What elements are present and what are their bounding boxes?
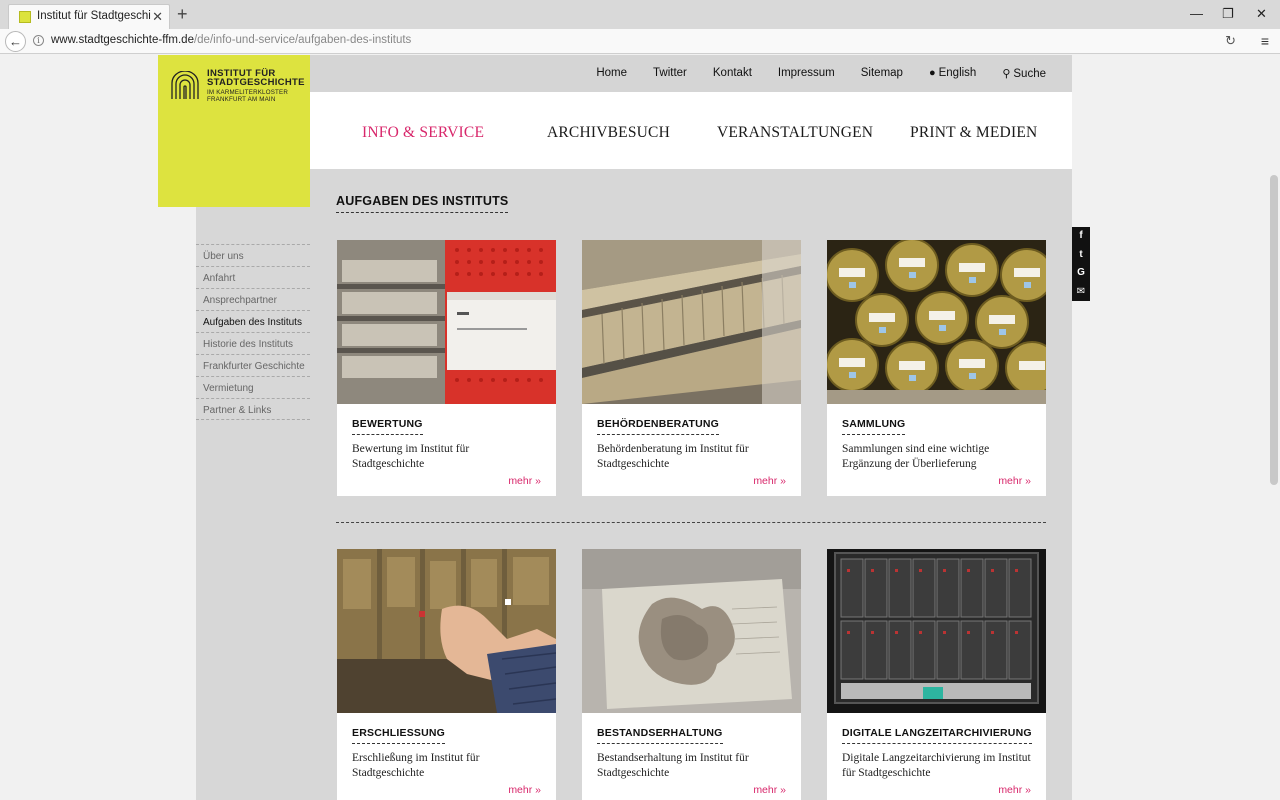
nav-search-link[interactable]: ⚲ Suche <box>1002 67 1046 80</box>
card-image <box>827 240 1046 404</box>
sub-nav-item[interactable]: Anfahrt <box>196 266 310 288</box>
card-description: Bestandserhaltung im Institut für Stadtg… <box>597 752 749 779</box>
sub-nav-item[interactable]: Partner & Links <box>196 398 310 420</box>
main-nav-archivbesuch[interactable]: ARCHIVBESUCH <box>547 124 670 142</box>
browser-tab[interactable]: Institut für Stadtgeschicht… ✕ <box>8 4 170 29</box>
sub-nav-item[interactable]: Frankfurter Geschichte <box>196 354 310 376</box>
main-nav-veranstaltungen[interactable]: VERANSTALTUNGEN <box>717 124 873 142</box>
logo-arches-icon <box>171 71 199 99</box>
card-description: Digitale Langzeitarchivierung im Institu… <box>842 752 1031 779</box>
site-info-icon[interactable]: i <box>33 35 44 46</box>
card-description: Sammlungen sind eine wichtige Ergänzung … <box>842 443 990 470</box>
card-bewertung[interactable]: BEWERTUNG Bewertung im Institut für Stad… <box>337 240 556 496</box>
search-icon: ⚲ <box>1002 68 1011 80</box>
favicon-icon <box>19 11 31 23</box>
mail-icon[interactable]: ✉ <box>1072 283 1090 302</box>
card-title: DIGITALE LANGZEITARCHIVIERUNG <box>842 727 1032 744</box>
url-path: /de/info-und-service/aufgaben-des-instit… <box>193 34 412 46</box>
browser-tabstrip: Institut für Stadtgeschicht… ✕ + — ❐ ✕ <box>0 0 1280 29</box>
nav-twitter-link[interactable]: Twitter <box>653 67 687 80</box>
page-scrollbar[interactable] <box>1268 55 1280 800</box>
card-title: ERSCHLIESSUNG <box>352 727 446 744</box>
card-erschliessung[interactable]: ERSCHLIESSUNG Erschließung im Institut f… <box>337 549 556 800</box>
more-link[interactable]: mehr » <box>998 475 1031 487</box>
logo-subtext: IM KARMELITERKLOSTER FRANKFURT AM MAIN <box>207 89 288 103</box>
main-nav-info-service[interactable]: INFO & SERVICE <box>362 124 484 142</box>
address-bar: ← i www.stadtgeschichte-ffm.de/de/info-u… <box>0 29 1280 54</box>
logo-line-4: FRANKFURT AM MAIN <box>207 96 276 103</box>
scrollbar-thumb[interactable] <box>1270 175 1278 485</box>
back-arrow-icon[interactable]: ← <box>5 31 26 52</box>
main-nav-print-medien[interactable]: PRINT & MEDIEN <box>910 124 1037 142</box>
google-icon[interactable]: G <box>1072 264 1090 283</box>
site-logo[interactable]: INSTITUT FÜR STADTGESCHICHTE IM KARMELIT… <box>158 55 310 207</box>
nav-english-link[interactable]: ● English <box>929 67 976 80</box>
nav-sitemap-link[interactable]: Sitemap <box>861 67 903 80</box>
sub-nav-item[interactable]: Über uns <box>196 244 310 266</box>
more-link[interactable]: mehr » <box>508 784 541 796</box>
url-host: www.stadtgeschichte-ffm.de <box>51 34 194 46</box>
more-link[interactable]: mehr » <box>753 475 786 487</box>
sub-nav-item[interactable]: Ansprechpartner <box>196 288 310 310</box>
window-maximize-button[interactable]: ❐ <box>1222 6 1234 22</box>
card-title: SAMMLUNG <box>842 418 906 435</box>
sub-nav-item[interactable]: Vermietung <box>196 376 310 398</box>
english-label: English <box>938 67 977 79</box>
logo-line-3: IM KARMELITERKLOSTER <box>207 89 289 96</box>
card-bestandserhaltung[interactable]: BESTANDSERHALTUNG Bestandserhaltung im I… <box>582 549 801 800</box>
card-image <box>337 549 556 713</box>
facebook-icon[interactable]: f <box>1072 227 1090 246</box>
card-image <box>827 549 1046 713</box>
social-sidebar: f t G ✉ <box>1072 227 1090 301</box>
card-description: Bewertung im Institut für Stadtgeschicht… <box>352 443 470 470</box>
new-tab-button[interactable]: + <box>177 4 188 24</box>
more-link[interactable]: mehr » <box>508 475 541 487</box>
logo-text: INSTITUT FÜR STADTGESCHICHTE <box>207 69 305 88</box>
url-field[interactable]: www.stadtgeschichte-ffm.de/de/info-und-s… <box>51 34 411 46</box>
card-behoerdenberatung[interactable]: BEHÖRDENBERATUNG Behördenberatung im Ins… <box>582 240 801 496</box>
card-title: BEWERTUNG <box>352 418 423 435</box>
card-digitale-langzeitarchivierung[interactable]: DIGITALE LANGZEITARCHIVIERUNG Digitale L… <box>827 549 1046 800</box>
nav-home-link[interactable]: Home <box>596 67 627 80</box>
page-title: AUFGABEN DES INSTITUTS <box>336 194 509 213</box>
nav-imprint-link[interactable]: Impressum <box>778 67 835 80</box>
card-title: BEHÖRDENBERATUNG <box>597 418 720 435</box>
card-image <box>337 240 556 404</box>
card-image <box>582 240 801 404</box>
sub-nav-item[interactable]: Historie des Instituts <box>196 332 310 354</box>
card-title: BESTANDSERHALTUNG <box>597 727 723 744</box>
tab-close-icon[interactable]: ✕ <box>152 9 163 25</box>
card-description: Behördenberatung im Institut für Stadtge… <box>597 443 749 470</box>
nav-contact-link[interactable]: Kontakt <box>713 67 752 80</box>
top-bar: Home Twitter Kontakt Impressum Sitemap ●… <box>310 55 1072 92</box>
window-minimize-button[interactable]: — <box>1190 6 1203 21</box>
card-sammlung[interactable]: SAMMLUNG Sammlungen sind eine wichtige E… <box>827 240 1046 496</box>
section-divider <box>336 522 1046 523</box>
globe-icon: ● <box>928 67 936 79</box>
tab-title: Institut für Stadtgeschicht… <box>37 10 151 22</box>
card-description: Erschließung im Institut für Stadtgeschi… <box>352 752 480 779</box>
card-image <box>582 549 801 713</box>
twitter-icon[interactable]: t <box>1072 246 1090 265</box>
top-nav: Home Twitter Kontakt Impressum Sitemap ●… <box>570 67 1046 80</box>
main-nav: INFO & SERVICE ARCHIVBESUCH VERANSTALTUN… <box>310 92 1072 169</box>
more-link[interactable]: mehr » <box>998 784 1031 796</box>
browser-menu-icon[interactable]: ≡ <box>1261 33 1269 49</box>
page-viewport: Home Twitter Kontakt Impressum Sitemap ●… <box>0 55 1280 800</box>
window-close-button[interactable]: ✕ <box>1256 6 1267 22</box>
more-link[interactable]: mehr » <box>753 784 786 796</box>
sub-nav-item-current[interactable]: Aufgaben des Instituts <box>196 310 310 332</box>
logo-line-2: STADTGESCHICHTE <box>207 77 305 88</box>
search-label: Suche <box>1013 68 1046 80</box>
reload-icon[interactable]: ↻ <box>1225 33 1236 49</box>
sub-nav: Über uns Anfahrt Ansprechpartner Aufgabe… <box>196 244 310 420</box>
